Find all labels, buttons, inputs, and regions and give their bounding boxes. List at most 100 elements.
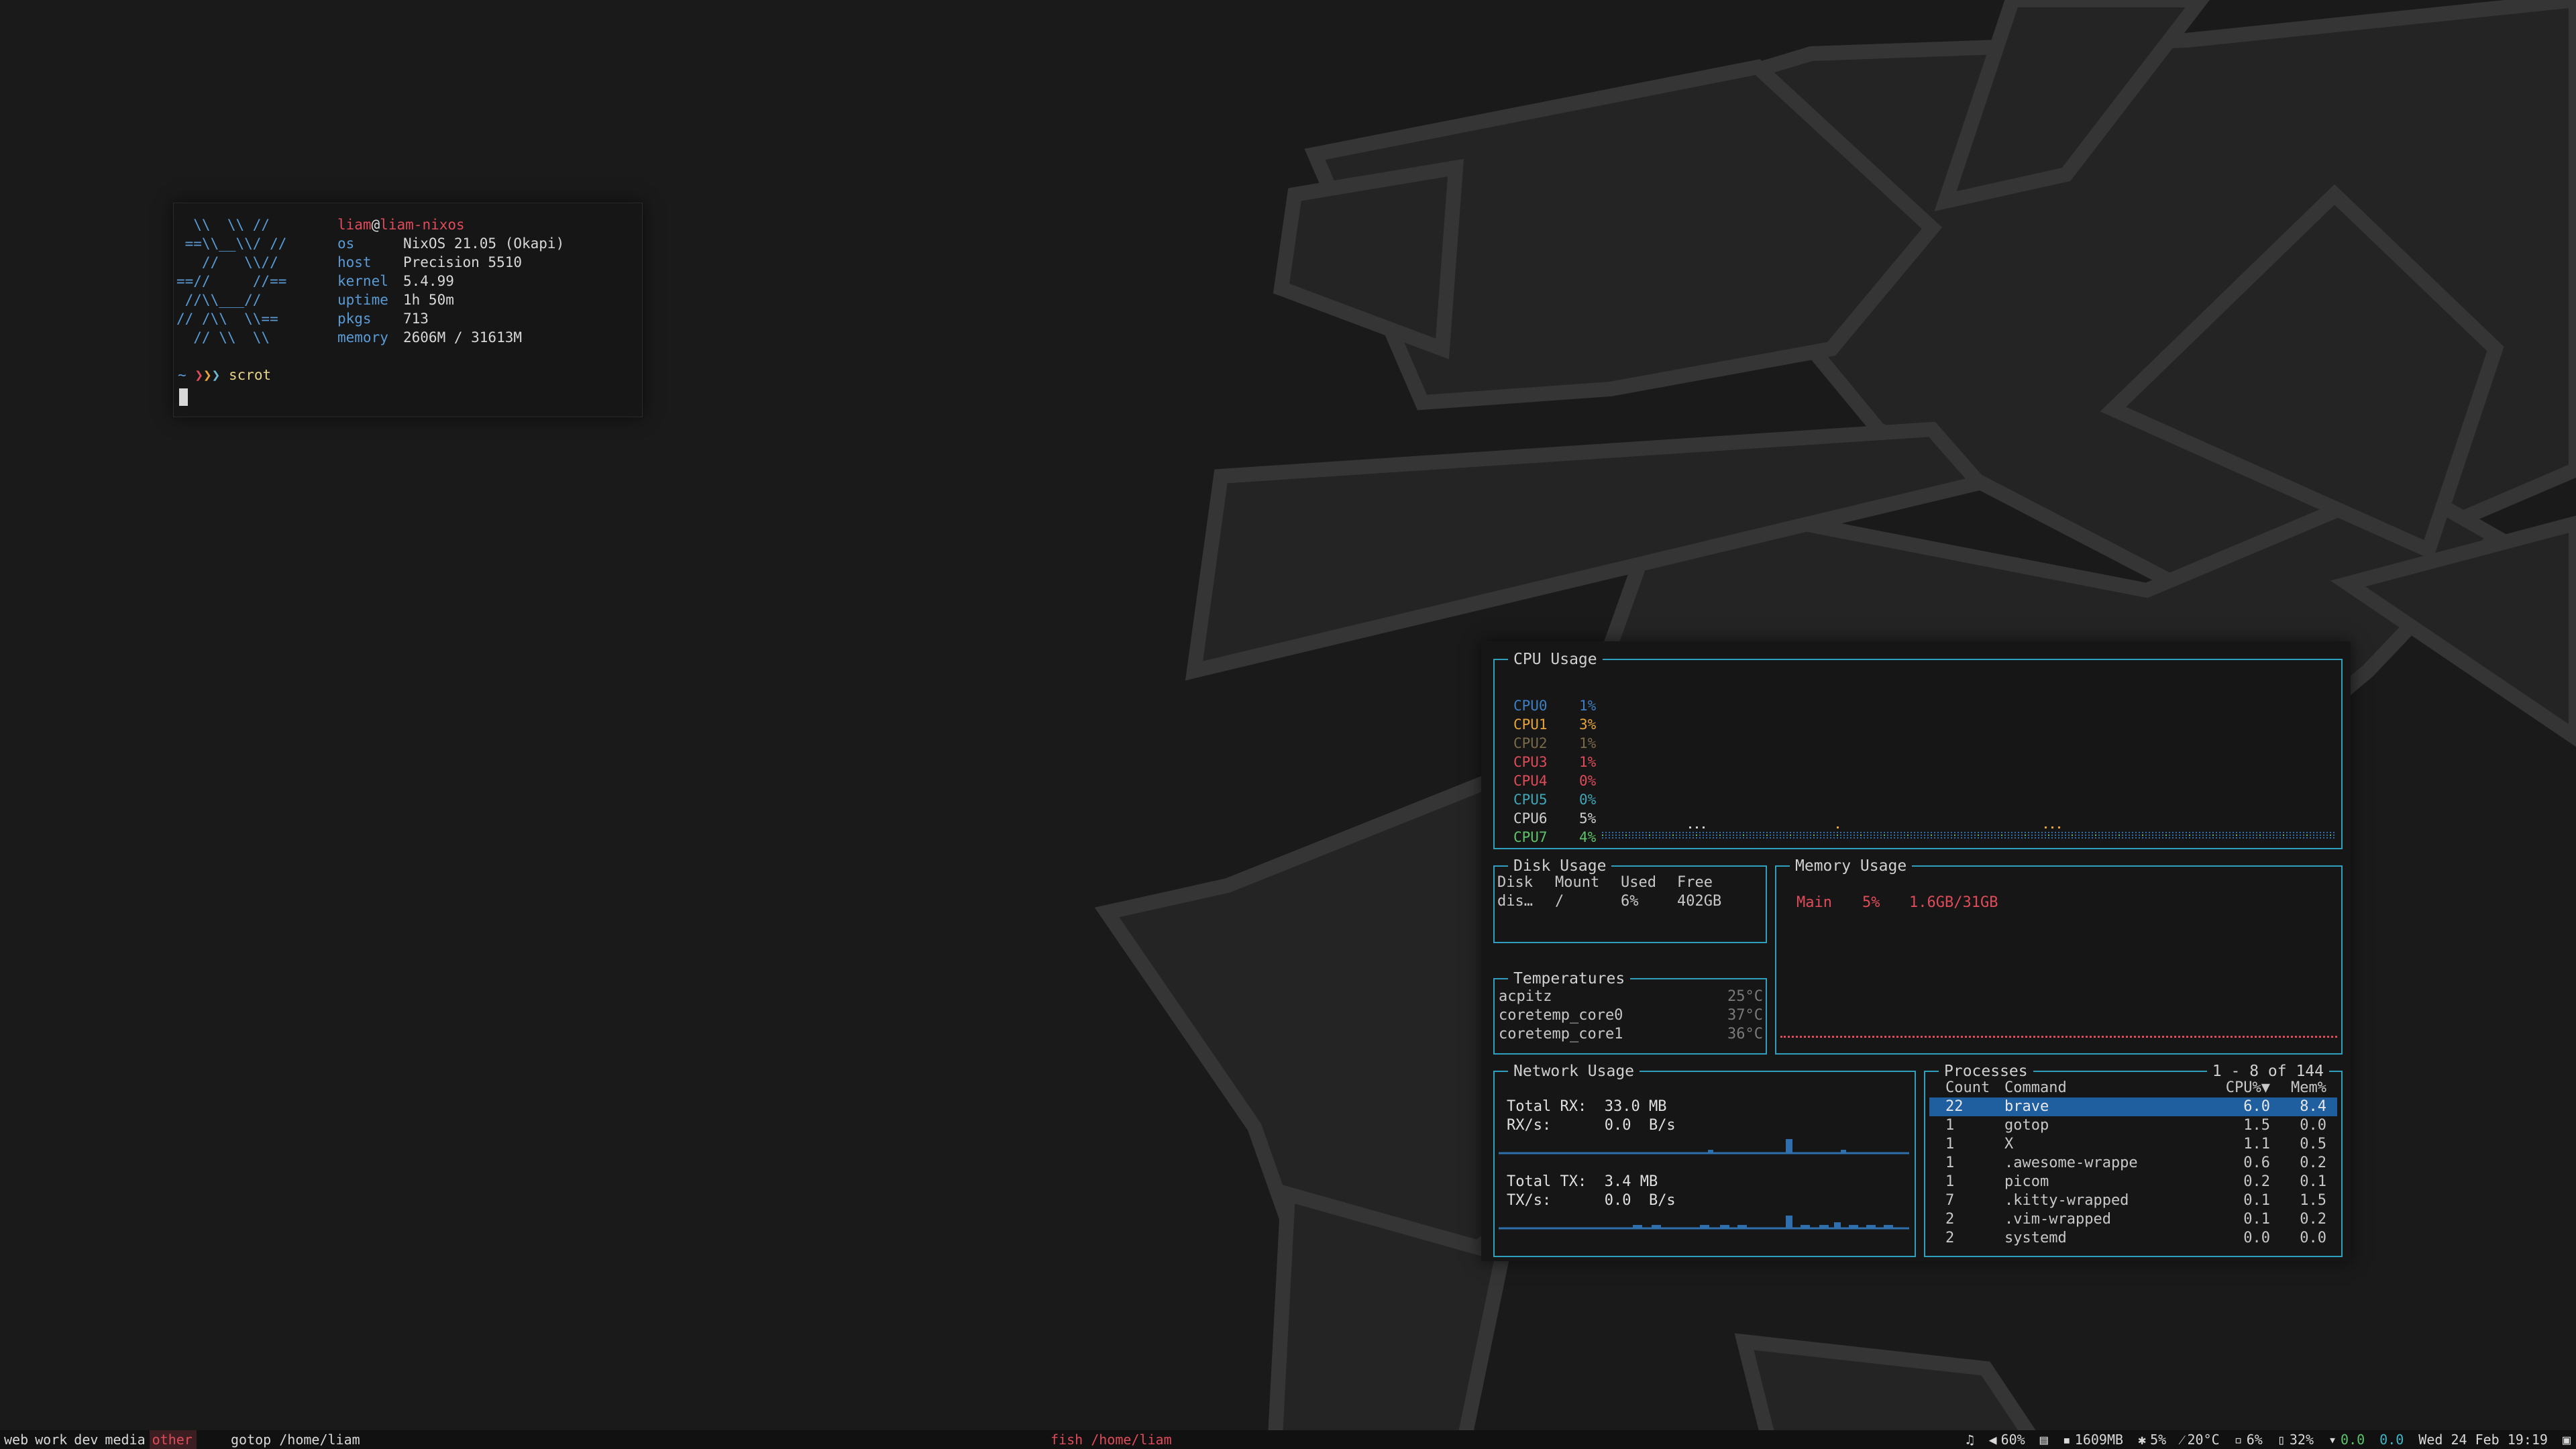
column-header-command[interactable]: Command (2004, 1079, 2190, 1097)
rx-rate: RX/s: 0.0 B/s (1507, 1116, 1676, 1135)
list-item: coretemp_core1 36°C (1499, 1025, 1763, 1044)
column-header: Used (1621, 874, 1656, 891)
memory-usage-title: Memory Usage (1790, 857, 1913, 875)
tx-total-value: 3.4 MB (1604, 1173, 1658, 1190)
memory-label: Main (1796, 894, 1832, 911)
memory-percent: 5% (1862, 894, 1880, 911)
table-row[interactable]: 1 gotop 1.5 0.0 (1929, 1116, 2337, 1135)
table-cell: 8.4 (2300, 1098, 2326, 1115)
layout-widget[interactable]: ▣ (2563, 1430, 2571, 1449)
info-value: 2606M / 31613M (403, 329, 523, 345)
cpu-core-value: 0% (1579, 792, 1597, 808)
cpu-widget[interactable]: ✱ 5% (2138, 1430, 2166, 1449)
list-item: acpitz 25°C (1499, 987, 1763, 1006)
logo-line: ==\\__\\/ // (176, 235, 287, 252)
table-row[interactable]: 22 brave 6.0 8.4 (1929, 1097, 2337, 1116)
info-row-os: os NixOS 21.05 (Okapi) (337, 234, 564, 253)
rx-rate-label: RX/s: (1507, 1117, 1552, 1134)
info-row-kernel: kernel 5.4.99 (337, 272, 564, 290)
sensor-name: coretemp_core0 (1499, 1007, 1623, 1024)
shell-prompt[interactable]: ~ ❯❯❯ scrot (178, 366, 271, 384)
info-key: uptime (337, 292, 388, 308)
temp-widget[interactable]: ⁄ 20°C (2181, 1430, 2220, 1449)
table-cell: gotop (2004, 1117, 2049, 1134)
table-cell: 2 (1945, 1230, 1955, 1246)
cpu-core-name: CPU2 (1513, 735, 1548, 751)
column-header: Free (1677, 874, 1713, 891)
center-title: fish /home/liam (1051, 1432, 1172, 1448)
column-header-mem[interactable]: Mem% (2270, 1079, 2326, 1097)
cpu-graph (1602, 826, 2334, 839)
column-header-cpu[interactable]: CPU%▼ (2190, 1079, 2270, 1097)
processes-range: 1 - 8 of 144 (2206, 1062, 2329, 1081)
disk-table-header: Disk Mount Used Free (1497, 873, 1737, 892)
table-row[interactable]: 2 systemd 0.0 0.0 (1929, 1229, 2337, 1248)
table-row[interactable]: 1 picom 0.2 0.1 (1929, 1173, 2337, 1191)
info-value: 713 (403, 311, 429, 327)
table-row[interactable]: 7 .kitty-wrapped 0.1 1.5 (1929, 1191, 2337, 1210)
processes-panel: Processes 1 - 8 of 144 Count Command CPU… (1924, 1062, 2343, 1257)
table-cell: 0.1 (2243, 1211, 2270, 1228)
table-cell: 0.2 (2300, 1211, 2326, 1228)
sensor-name: acpitz (1499, 988, 1552, 1005)
layout-icon: ▣ (2562, 1432, 2571, 1448)
column-header-count[interactable]: Count (1929, 1079, 2004, 1097)
rx-graph (1499, 1139, 1909, 1155)
table-cell: 0.2 (2243, 1173, 2270, 1190)
info-key: os (337, 235, 355, 252)
cpu-core-name: CPU1 (1513, 716, 1548, 733)
table-cell: 1 (1945, 1173, 1955, 1190)
table-row[interactable]: 2 .vim-wrapped 0.1 0.2 (1929, 1210, 2337, 1229)
ram-widget[interactable]: ▪ 1609MB (2063, 1430, 2123, 1449)
music-widget[interactable]: ♫ (1966, 1430, 1974, 1449)
cpu-core-name: CPU6 (1513, 810, 1548, 826)
cpu-core-row: CPU3 1% (1513, 753, 1596, 771)
process-rows: 22 brave 6.0 8.4 1 gotop 1.5 0.0 1 X 1.1 0.5 1 .aweso… (1929, 1097, 2337, 1248)
system-tray: ♫ ◀ 60% ▤ ▪ 1609MB ✱ 5% ⁄ 20°C ▫ 6% ▯ 32% ▾ 0.0 0.0 Wed 2… (1966, 1430, 2571, 1449)
disk-value: 6% (2246, 1432, 2263, 1448)
cpu-core-name: CPU7 (1513, 829, 1548, 845)
workspace-tag-work[interactable]: work (32, 1430, 71, 1449)
table-cell: 0.1 (2300, 1173, 2326, 1190)
prompt-command: scrot (228, 367, 272, 383)
battery-value: 32% (2289, 1432, 2314, 1448)
volume-widget[interactable]: ◀ 60% (1989, 1430, 2025, 1449)
cpu-core-row: CPU1 3% (1513, 715, 1596, 734)
wifi-widget[interactable]: ▾ 0.0 (2328, 1430, 2365, 1449)
volume-value: 60% (2000, 1432, 2025, 1448)
terminal-window[interactable]: \\ \\ // ==\\__\\/ // // \\// ==// //== … (173, 203, 643, 417)
workspace-tag-dev[interactable]: dev (71, 1430, 102, 1449)
table-cell: 1.5 (2243, 1117, 2270, 1134)
disk-icon: ▫ (2234, 1432, 2243, 1448)
workspace-tag-media[interactable]: media (102, 1430, 149, 1449)
table-row[interactable]: 1 X 1.1 0.5 (1929, 1135, 2337, 1154)
gotop-window[interactable]: CPU Usage CPU0 1% CPU1 3% CPU2 1% CPU3 1% CPU4 0%… (1481, 641, 2351, 1261)
rx-total-value: 33.0 MB (1604, 1098, 1667, 1115)
cpu-usage-title: CPU Usage (1508, 650, 1603, 669)
cpu-core-value: 3% (1579, 716, 1597, 733)
temperature-list: acpitz 25°C coretemp_core0 37°C coretemp_c… (1499, 987, 1763, 1044)
net-widget[interactable]: 0.0 (2379, 1430, 2404, 1449)
temp-value: 20°C (2187, 1432, 2220, 1448)
memory-widget[interactable]: ▤ (2040, 1430, 2048, 1449)
info-value: Precision 5510 (403, 254, 523, 270)
workspace-tag-web[interactable]: web (1, 1430, 32, 1449)
table-cell: 1 (1945, 1155, 1955, 1171)
memory-icon: ▤ (2039, 1432, 2048, 1448)
wifi-value: 0.0 (2341, 1432, 2365, 1448)
process-table-header[interactable]: Count Command CPU%▼ Mem% (1929, 1079, 2337, 1097)
info-value: NixOS 21.05 (Okapi) (403, 235, 565, 252)
table-cell: .vim-wrapped (2004, 1211, 2111, 1228)
cpu-core-value: 4% (1579, 829, 1597, 845)
workspace-tag-other[interactable]: other (149, 1430, 197, 1449)
cpu-core-name: CPU3 (1513, 754, 1548, 770)
logo-line: \\ \\ // (176, 217, 270, 233)
disk-widget[interactable]: ▫ 6% (2235, 1430, 2263, 1449)
cpu-core-value: 5% (1579, 810, 1597, 826)
table-cell: 22 (1945, 1098, 1964, 1115)
sensor-value: 36°C (1727, 1026, 1763, 1042)
table-row[interactable]: 1 .awesome-wrappe 0.6 0.2 (1929, 1154, 2337, 1173)
logo-line: // \\ \\ (176, 329, 270, 345)
clock-widget[interactable]: Wed 24 Feb 19:19 (2418, 1430, 2548, 1449)
battery-widget[interactable]: ▯ 32% (2277, 1430, 2314, 1449)
